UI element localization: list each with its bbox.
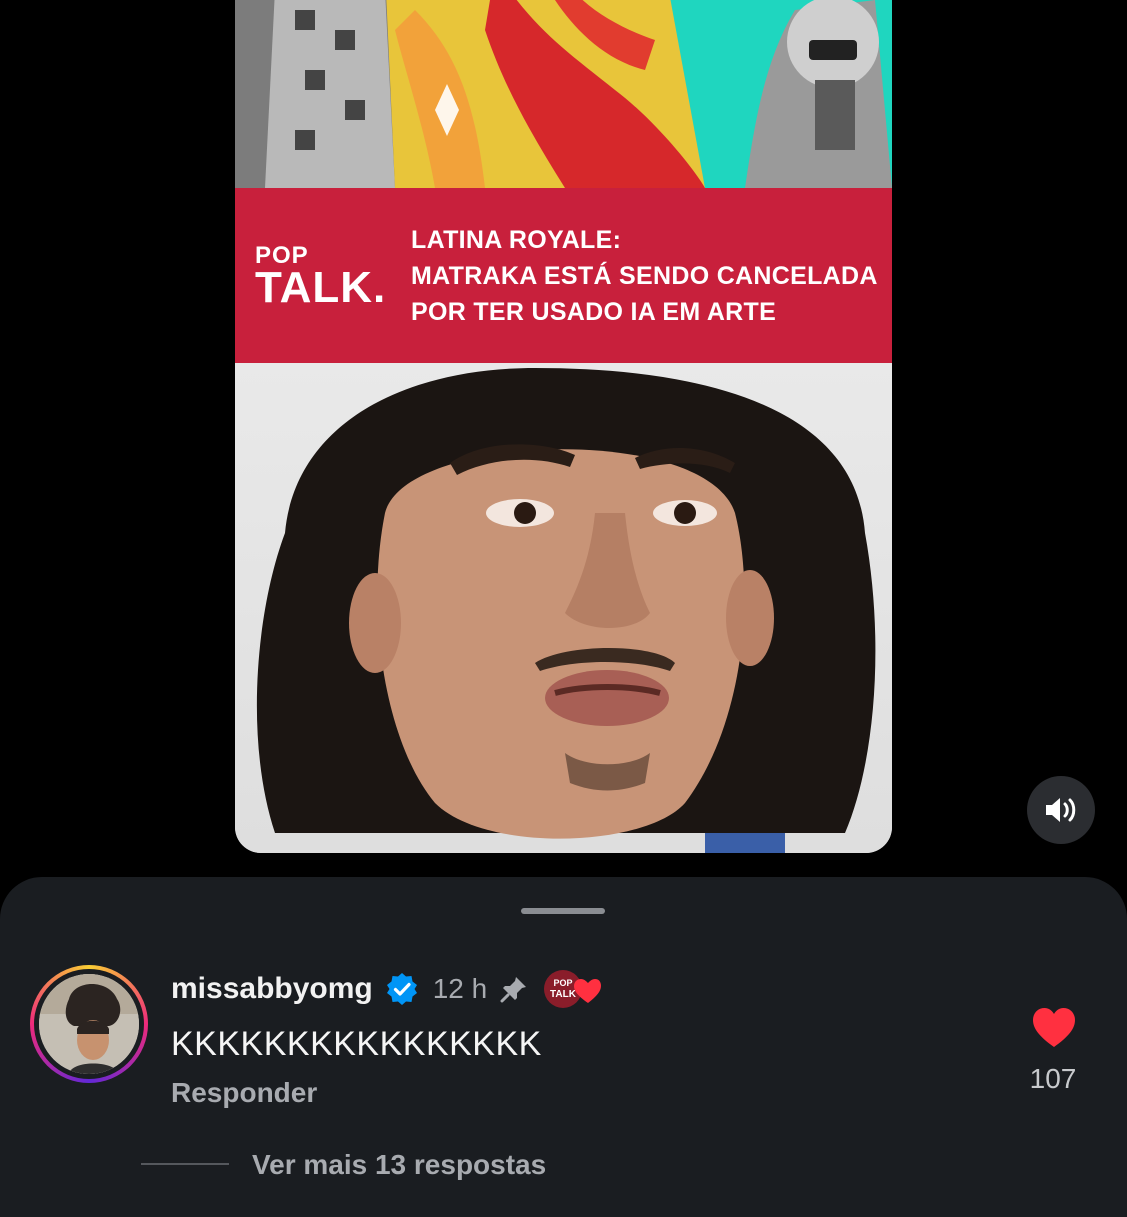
view-more-replies-button[interactable]: Ver mais 13 respostas [252, 1149, 546, 1181]
headline-line-2: MATRAKA ESTÁ SENDO CANCELADA [411, 262, 878, 290]
video-player[interactable]: POP TALK. LATINA ROYALE: MATRAKA ESTÁ SE… [235, 0, 892, 853]
verified-badge-icon [386, 973, 417, 1005]
video-frame-person [235, 363, 892, 853]
sound-toggle-button[interactable] [1027, 776, 1095, 844]
poptalk-logo: POP TALK. [255, 242, 387, 312]
comment-meta: missabbyomg 12 h POP TALK [171, 967, 602, 1011]
sheet-drag-handle[interactable] [521, 908, 605, 914]
headline-line-1: LATINA ROYALE: [411, 226, 622, 254]
avatar [39, 974, 139, 1074]
avatar-story-ring[interactable] [30, 965, 148, 1083]
headline-line-3: POR TER USADO IA EM ARTE [411, 298, 777, 326]
headline-banner: POP TALK. LATINA ROYALE: MATRAKA ESTÁ SE… [235, 188, 892, 363]
like-count: 107 [1029, 1063, 1077, 1094]
replies-divider [141, 1163, 229, 1165]
like-heart-icon[interactable] [1031, 1007, 1077, 1049]
reply-button[interactable]: Responder [171, 1077, 317, 1109]
speaker-on-icon [1046, 798, 1076, 822]
video-artwork [235, 0, 892, 188]
video-headline: LATINA ROYALE: MATRAKA ESTÁ SENDO CANCEL… [411, 222, 878, 330]
comments-sheet: missabbyomg 12 h POP TALK KKKKKKKKKKKKKK… [0, 877, 1127, 1217]
comment-text: KKKKKKKKKKKKKKKK [171, 1025, 542, 1063]
comment-time: 12 h [432, 973, 488, 1004]
svg-text:TALK: TALK [550, 989, 577, 1000]
creator-liked-badge: POP TALK [543, 969, 602, 1009]
comment-username[interactable]: missabbyomg [171, 972, 373, 1006]
pin-icon [500, 977, 527, 1003]
svg-text:POP: POP [554, 978, 573, 988]
